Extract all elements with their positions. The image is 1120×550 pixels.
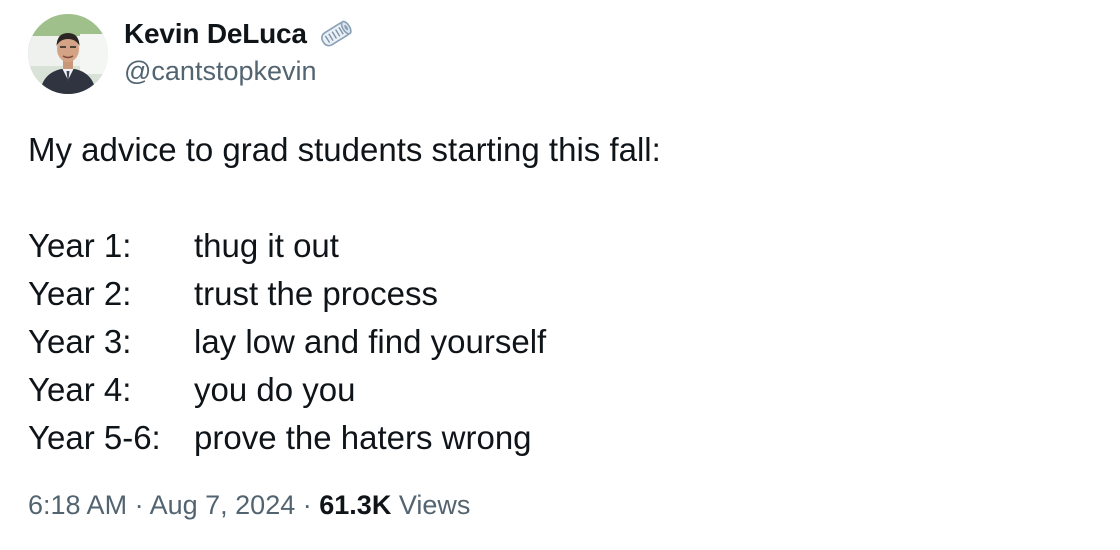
author-handle[interactable]: @cantstopkevin [124,56,317,87]
year-label: Year 5-6: [28,419,161,456]
year-advice: lay low and find yourself [194,323,547,360]
year-advice: prove the haters wrong [194,419,532,456]
year-advice: you do you [194,371,356,408]
tweet-time[interactable]: 6:18 AM [28,490,127,520]
tweet-card: Kevin DeLuca @cantstopkevin My advice to… [0,0,1120,550]
tweet-meta: 6:18 AM · Aug 7, 2024 · 61.3K Views [28,490,470,521]
advice-row: Year 2: trust the process [28,270,661,318]
meta-separator: · [302,490,312,520]
rolled-newspaper-icon [317,17,355,51]
avatar-photo [28,14,108,94]
author-name-row: Kevin DeLuca [124,16,355,52]
author-avatar[interactable] [28,14,108,94]
tweet-intro: My advice to grad students starting this… [28,131,661,168]
views-count: 61.3K [319,490,392,520]
advice-row: Year 5-6: prove the haters wrong [28,414,661,462]
year-label: Year 1: [28,227,132,264]
year-advice: trust the process [194,275,438,312]
year-advice: thug it out [194,227,339,264]
views-label: Views [398,490,471,520]
advice-row: Year 4: you do you [28,366,661,414]
advice-row: Year 1: thug it out [28,222,661,270]
meta-separator: · [134,490,144,520]
author-display-name[interactable]: Kevin DeLuca [124,18,307,50]
tweet-date[interactable]: Aug 7, 2024 [150,490,296,520]
year-label: Year 4: [28,371,132,408]
year-label: Year 3: [28,323,132,360]
tweet-body: My advice to grad students starting this… [28,126,661,462]
advice-row: Year 3: lay low and find yourself [28,318,661,366]
year-label: Year 2: [28,275,132,312]
